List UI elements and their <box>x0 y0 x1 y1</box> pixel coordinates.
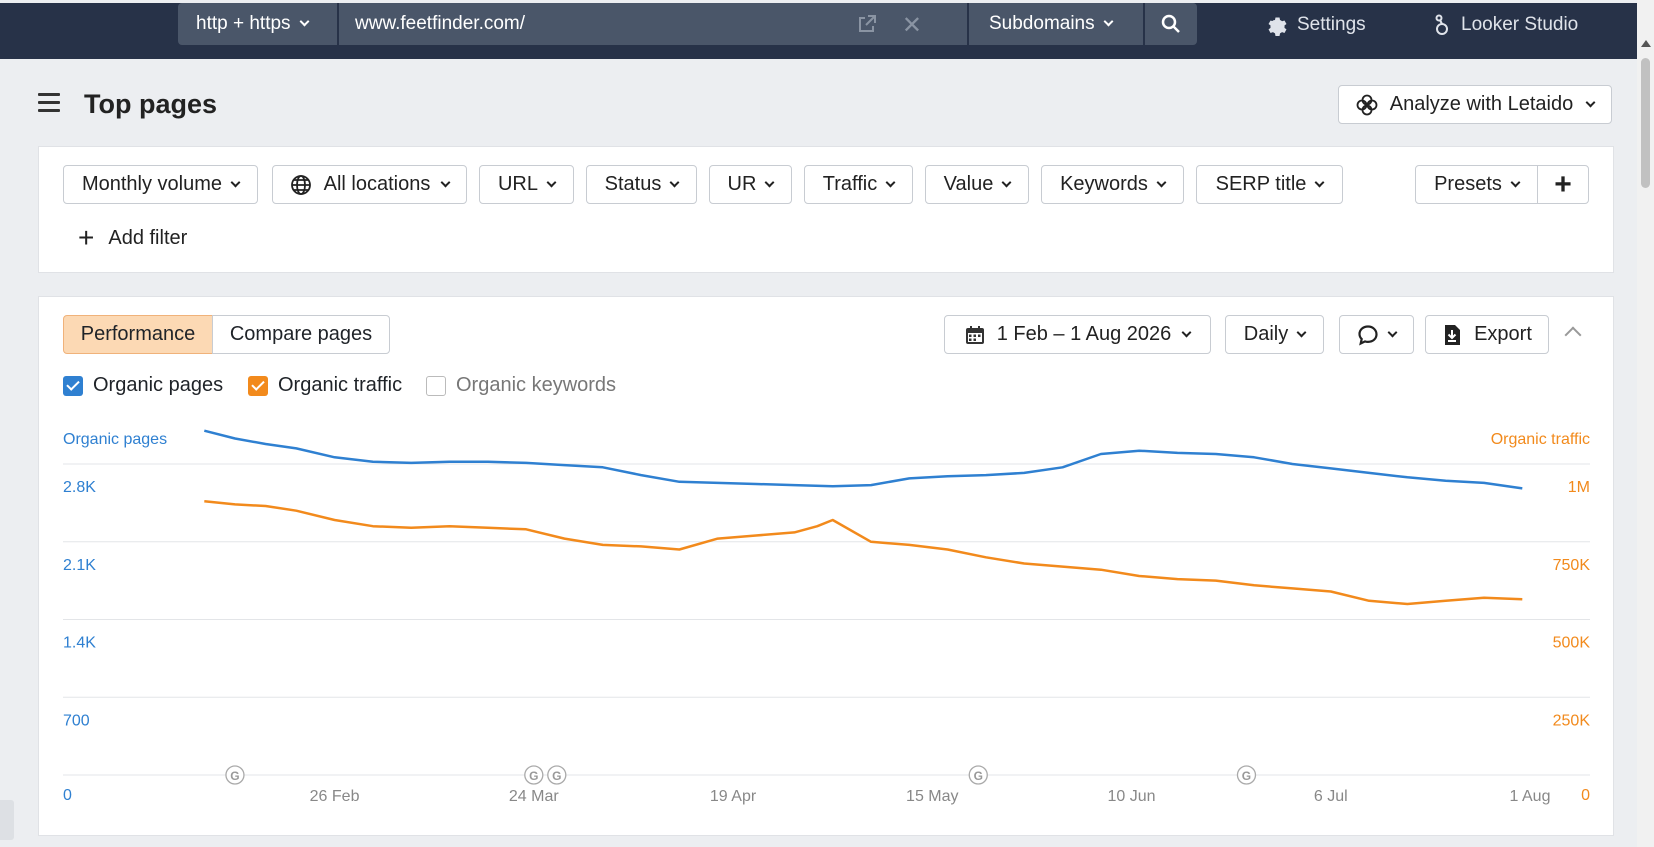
left-tick-label: 2.8K <box>63 479 96 496</box>
google-update-marker-label: G <box>552 769 561 783</box>
left-axis-title: Organic pages <box>63 431 167 448</box>
google-update-marker-label: G <box>529 769 538 783</box>
left-tick-label: 0 <box>63 787 72 804</box>
right-tick-label: 1M <box>1568 479 1590 496</box>
performance-chart[interactable]: Organic pages Organic traffic 0 700 1.4K 2.1K… <box>0 0 1654 847</box>
google-update-marker-label: G <box>1242 769 1251 783</box>
left-tick-label: 1.4K <box>63 635 96 652</box>
series-line-organic-pages <box>203 429 1523 490</box>
left-tick-label: 700 <box>63 712 90 729</box>
x-tick-label: 19 Apr <box>710 788 757 805</box>
left-tick-label: 2.1K <box>63 557 96 574</box>
x-tick-label: 15 May <box>906 788 958 805</box>
right-tick-label: 500K <box>1553 635 1591 652</box>
google-update-marker-label: G <box>230 769 239 783</box>
x-tick-label: 26 Feb <box>310 788 360 805</box>
side-panel-handle[interactable] <box>0 800 14 840</box>
right-tick-label: 0 <box>1581 787 1590 804</box>
right-tick-label: 250K <box>1553 712 1591 729</box>
x-tick-label: 24 Mar <box>509 788 559 805</box>
x-tick-label: 6 Jul <box>1314 788 1348 805</box>
google-update-marker-label: G <box>974 769 983 783</box>
right-axis-title: Organic traffic <box>1491 431 1590 448</box>
right-tick-label: 750K <box>1553 557 1591 574</box>
x-tick-label: 1 Aug <box>1510 788 1551 805</box>
series-line-organic-traffic <box>204 500 1523 606</box>
x-tick-label: 10 Jun <box>1108 788 1156 805</box>
